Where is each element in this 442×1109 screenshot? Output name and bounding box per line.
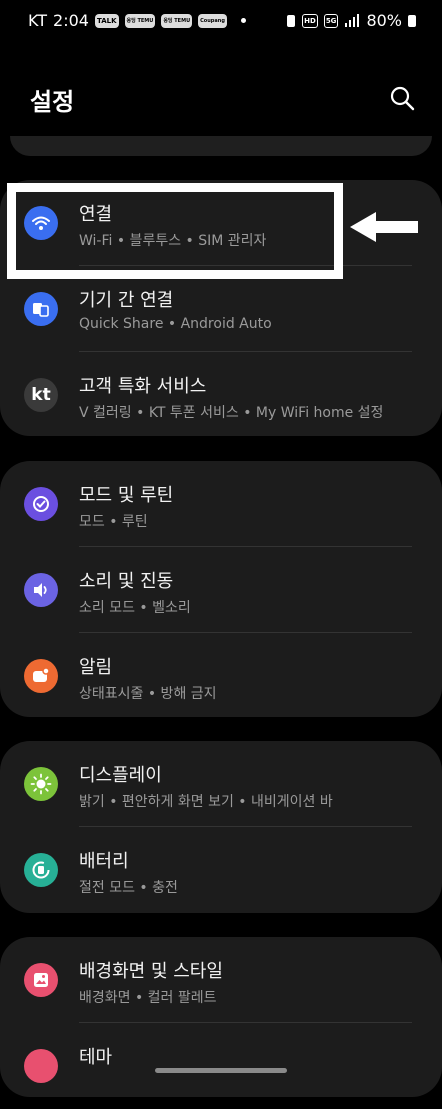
- item-title: 알림: [79, 657, 113, 678]
- item-title: 기기 간 연결: [79, 290, 174, 311]
- settings-item-notifications[interactable]: 알림 상태표시줄 • 방해 금지: [0, 633, 442, 719]
- item-title: 배경화면 및 스타일: [79, 961, 223, 982]
- status-bar: KT 2:04 TALK 옹딩 TEMU 옹딩 TEMU Coupang HD …: [0, 0, 442, 44]
- temu-notification-icon: 옹딩 TEMU: [124, 13, 156, 28]
- item-subtitle: 모드 • 루틴: [79, 514, 148, 530]
- coupang-notification-icon: Coupang: [198, 13, 227, 28]
- signal-icon: [345, 13, 360, 27]
- status-right: HD 5G 80%: [286, 11, 416, 30]
- notification-icon: [24, 659, 58, 693]
- display-icon: [24, 767, 58, 801]
- item-subtitle: 밝기 • 편안하게 화면 보기 • 내비게이션 바: [79, 794, 333, 810]
- status-left: KT 2:04 TALK 옹딩 TEMU 옹딩 TEMU Coupang: [28, 11, 246, 30]
- settings-item-wallpaper-style[interactable]: 배경화면 및 스타일 배경화면 • 컬러 팔레트: [0, 937, 442, 1023]
- settings-item-modes-routines[interactable]: 모드 및 루틴 모드 • 루틴: [0, 461, 442, 547]
- sound-icon: [24, 573, 58, 607]
- previous-card-edge: [10, 136, 432, 156]
- temu-notification-icon-2: 옹딩 TEMU: [161, 13, 193, 28]
- home-indicator[interactable]: [155, 1068, 287, 1073]
- item-title: 고객 특화 서비스: [79, 376, 207, 397]
- item-subtitle: 소리 모드 • 벨소리: [79, 600, 191, 616]
- settings-item-display[interactable]: 디스플레이 밝기 • 편안하게 화면 보기 • 내비게이션 바: [0, 741, 442, 827]
- arrow-left-icon: [350, 212, 418, 242]
- hd-voice-icon: HD: [302, 13, 318, 28]
- search-icon: [390, 86, 415, 111]
- item-subtitle: V 컬러링 • KT 투폰 서비스 • My WiFi home 설정: [79, 405, 384, 421]
- item-subtitle: Quick Share • Android Auto: [79, 316, 272, 332]
- carrier-label: KT: [28, 11, 48, 30]
- item-title: 테마: [79, 1047, 113, 1068]
- sim-icon: [287, 14, 296, 27]
- talk-notification-icon: TALK: [94, 13, 119, 28]
- settings-item-themes[interactable]: 테마: [0, 1023, 442, 1109]
- settings-card-wallpaper: 배경화면 및 스타일 배경화면 • 컬러 팔레트 테마: [0, 937, 442, 1097]
- item-subtitle: 절전 모드 • 충전: [79, 880, 178, 896]
- battery-icon: [408, 14, 416, 27]
- item-title: 배터리: [79, 851, 129, 872]
- battery-settings-icon: [24, 853, 58, 887]
- item-title: 소리 및 진동: [79, 571, 174, 592]
- search-button[interactable]: [388, 84, 416, 112]
- settings-item-kt-services[interactable]: kt 고객 특화 서비스 V 컬러링 • KT 투폰 서비스 • My WiFi…: [0, 352, 442, 438]
- network-5g-icon: 5G: [323, 13, 339, 28]
- item-subtitle: 상태표시줄 • 방해 금지: [79, 686, 217, 702]
- page-title: 설정: [30, 88, 75, 116]
- settings-item-sound-vibration[interactable]: 소리 및 진동 소리 모드 • 벨소리: [0, 547, 442, 633]
- mode-routine-icon: [24, 487, 58, 521]
- kt-logo-icon: kt: [24, 378, 58, 412]
- devices-icon: [24, 292, 58, 326]
- settings-card-modes: 모드 및 루틴 모드 • 루틴 소리 및 진동 소리 모드 • 벨소리 알림 상…: [0, 461, 442, 717]
- highlight-box: [7, 183, 343, 279]
- time-label: 2:04: [53, 11, 89, 30]
- battery-percentage: 80%: [366, 11, 402, 30]
- item-subtitle: 배경화면 • 컬러 팔레트: [79, 990, 217, 1006]
- wallpaper-icon: [24, 963, 58, 997]
- item-title: 모드 및 루틴: [79, 485, 174, 506]
- settings-card-display: 디스플레이 밝기 • 편안하게 화면 보기 • 내비게이션 바 배터리 절전 모…: [0, 741, 442, 913]
- theme-icon: [24, 1049, 58, 1083]
- item-title: 디스플레이: [79, 765, 162, 786]
- settings-item-battery[interactable]: 배터리 절전 모드 • 충전: [0, 827, 442, 913]
- more-notifications-dot-icon: [240, 18, 246, 23]
